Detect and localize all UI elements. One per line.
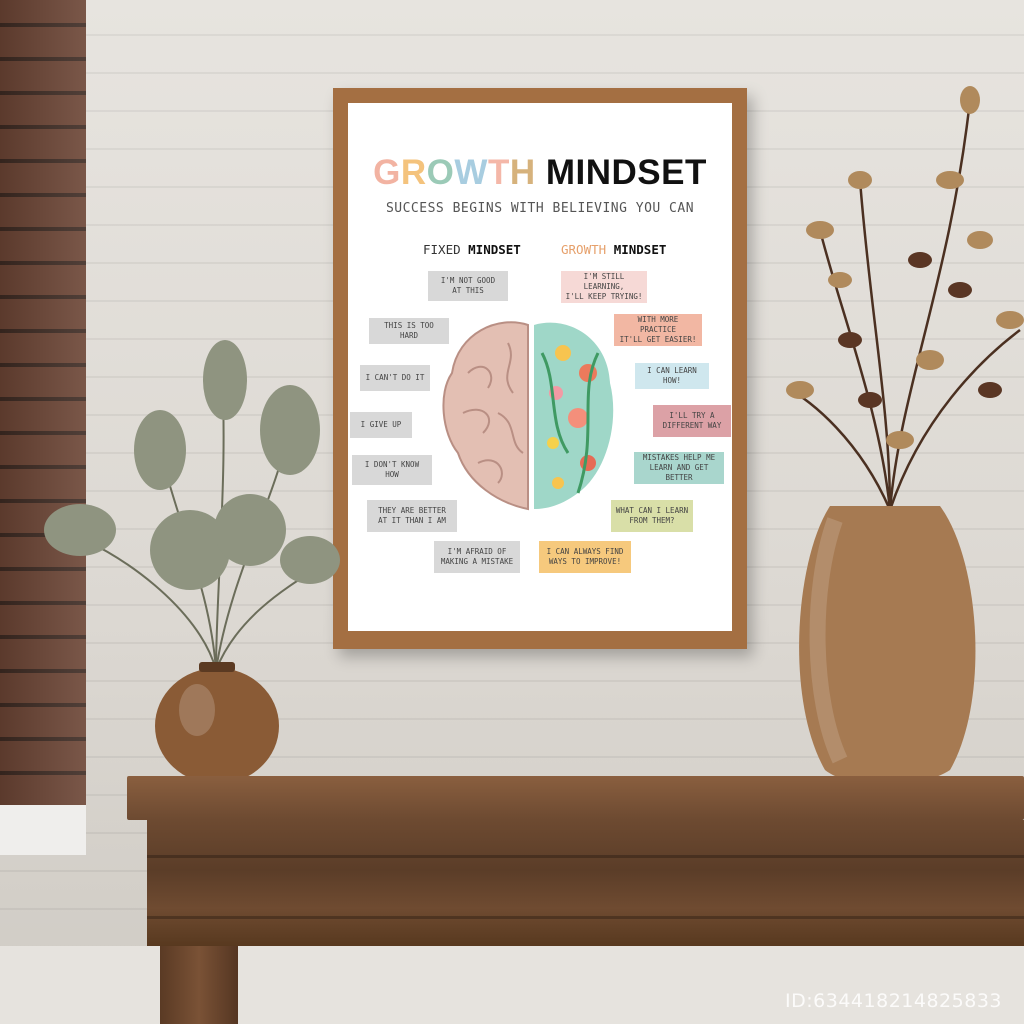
growth-note: I CAN ALWAYS FIND WAYS TO IMPROVE! <box>539 541 631 573</box>
growth-header-word: GROWTH <box>561 242 614 257</box>
fixed-note: THIS IS TOO HARD <box>369 318 449 344</box>
fixed-note: I GIVE UP <box>350 412 412 438</box>
window-ledge <box>0 805 86 855</box>
growth-header-mindset: MINDSET <box>613 242 667 257</box>
shelf-leg <box>160 946 238 1024</box>
growth-note: I'LL TRY A DIFFERENT WAY <box>653 405 731 437</box>
flower <box>568 408 588 428</box>
title-letter: O <box>426 153 455 192</box>
flower <box>547 437 559 449</box>
growth-note: WITH MORE PRACTICE IT'LL GET EASIER! <box>614 314 702 346</box>
shelf-groove <box>147 916 1024 919</box>
growth-note: MISTAKES HELP ME LEARN AND GET BETTER <box>634 452 724 484</box>
fixed-note: I'M AFRAID OF MAKING A MISTAKE <box>434 541 520 573</box>
brain-illustration <box>442 321 614 511</box>
shelf-groove <box>147 855 1024 858</box>
watermark: ID:634418214825833 <box>785 990 1002 1012</box>
growth-note: WHAT CAN I LEARN FROM THEM? <box>611 500 693 532</box>
growth-note: I'M STILL LEARNING, I'LL KEEP TRYING! <box>561 271 647 303</box>
shelf-top <box>127 776 1024 820</box>
flower <box>555 345 571 361</box>
fixed-brain-half <box>442 321 529 511</box>
title-letter: R <box>400 153 427 192</box>
fixed-header-mindset: MINDSET <box>468 242 521 257</box>
poster-title: GROWTH MINDSET <box>348 153 732 193</box>
poster: GROWTH MINDSET SUCCESS BEGINS WITH BELIE… <box>348 103 732 631</box>
title-rest: MINDSET <box>535 153 707 192</box>
flower <box>552 477 564 489</box>
flower <box>579 364 597 382</box>
fixed-note: I'M NOT GOOD AT THIS <box>428 271 508 301</box>
fixed-note: I CAN'T DO IT <box>360 365 430 391</box>
fixed-mindset-header: FIXED MINDSET <box>423 242 521 257</box>
growth-mindset-header: GROWTH MINDSET <box>561 242 666 257</box>
poster-subtitle: SUCCESS BEGINS WITH BELIEVING YOU CAN <box>385 201 695 216</box>
fixed-header-word: FIXED <box>423 242 469 257</box>
fixed-note: I DON'T KNOW HOW <box>352 455 432 485</box>
flower <box>580 455 596 471</box>
small-vase <box>155 662 279 784</box>
large-vase <box>799 506 976 785</box>
title-letter: G <box>373 153 401 192</box>
shelf-body <box>147 820 1024 946</box>
growth-note: I CAN LEARN HOW! <box>635 363 709 389</box>
title-letter: H <box>509 153 536 192</box>
title-letter: W <box>454 153 488 192</box>
lower-wall <box>0 946 1024 1024</box>
title-letter: T <box>487 153 510 192</box>
dried-branches <box>786 86 1024 511</box>
